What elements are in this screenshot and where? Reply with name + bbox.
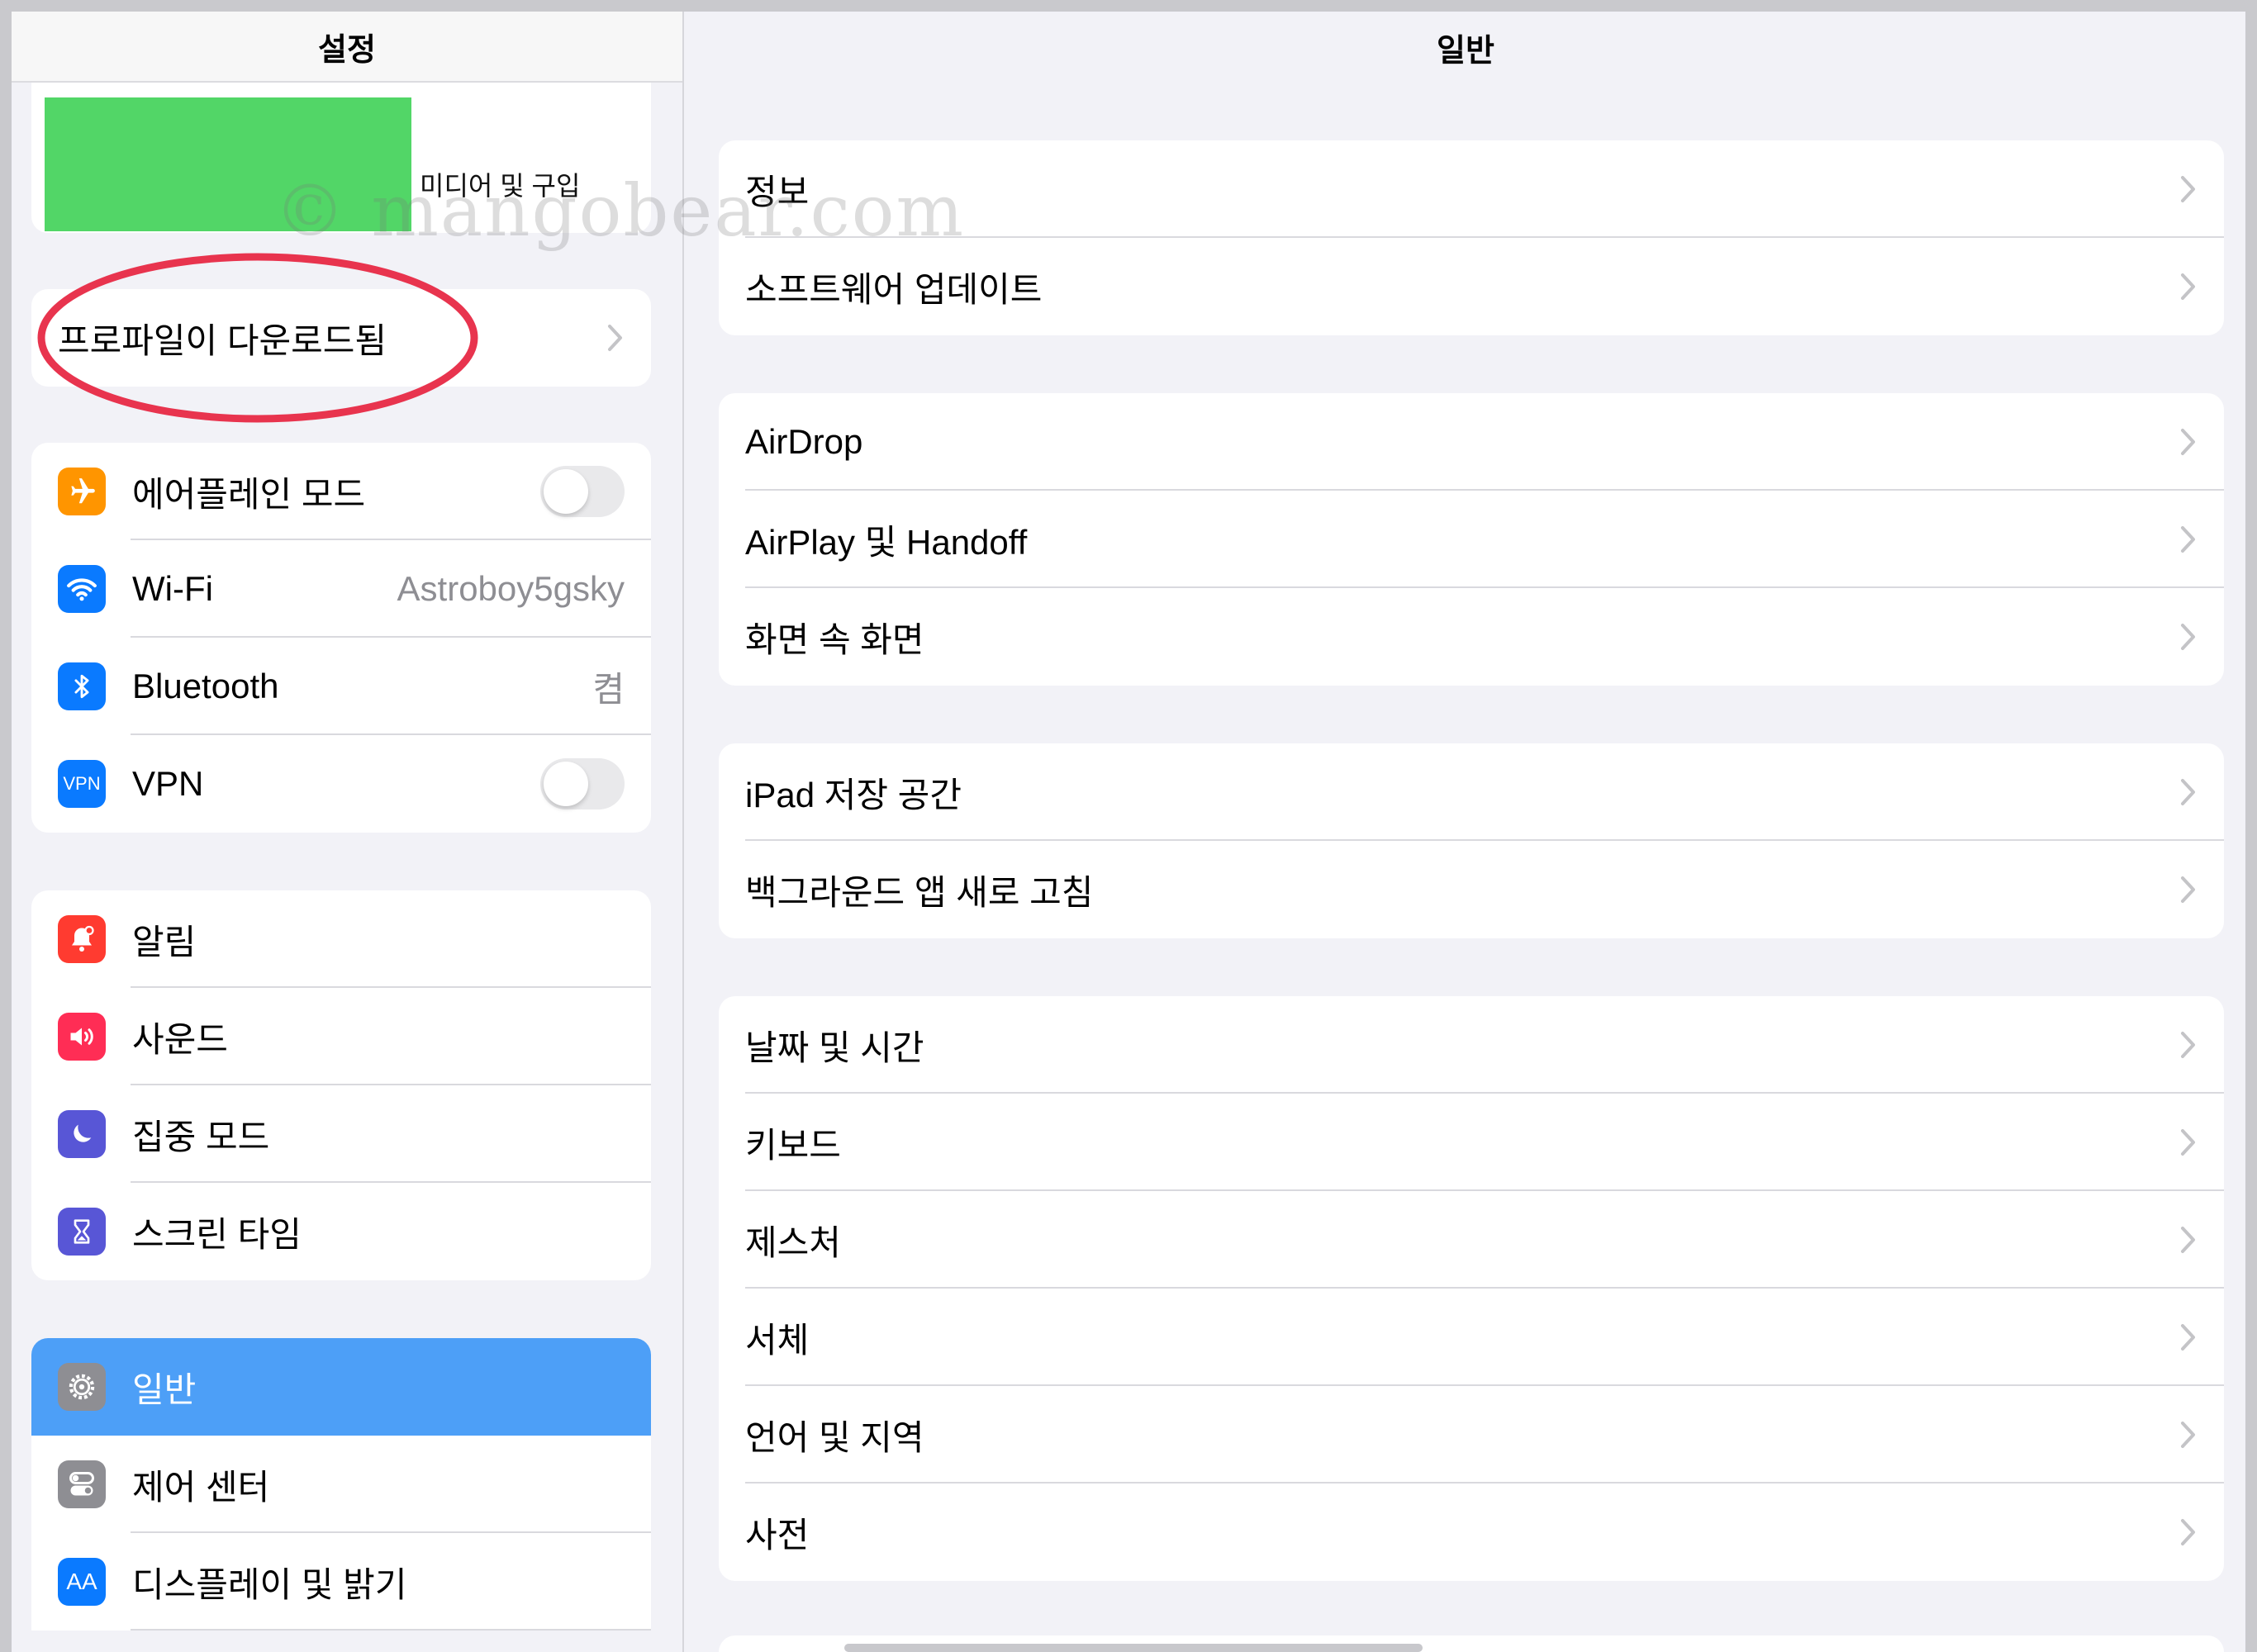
settings-row-label: 정보	[745, 172, 810, 211]
chevron-right-icon	[2179, 1420, 2198, 1450]
settings-row-label: 제스처	[745, 1222, 841, 1262]
sidebar-item-label: 제어 센터	[132, 1467, 270, 1507]
settings-row-label: 사전	[745, 1515, 810, 1555]
chevron-right-icon	[2179, 427, 2198, 457]
wifi-icon	[58, 565, 106, 613]
chevron-right-icon	[2179, 174, 2198, 204]
detail-title: 일반	[1437, 33, 1494, 69]
settings-row-label: 백그라운드 앱 새로 고침	[745, 872, 1094, 912]
settings-group-storage: iPad 저장 공간 백그라운드 앱 새로 고침	[719, 743, 2224, 938]
home-indicator[interactable]	[844, 1644, 1423, 1652]
settings-row-label: AirPlay 및 Handoff	[745, 522, 1028, 562]
chevron-right-icon	[2179, 272, 2198, 301]
settings-row-airplay-handoff[interactable]: AirPlay 및 Handoff	[719, 491, 2224, 588]
settings-row-label: 날짜 및 시간	[745, 1028, 924, 1067]
sidebar-nav-bar: 설정	[12, 12, 682, 83]
sidebar-item-notifications[interactable]: 알림	[31, 890, 651, 988]
apple-id-card[interactable]: 미디어 및 구입	[31, 83, 651, 233]
sidebar-item-label: 스크린 타임	[132, 1214, 302, 1254]
settings-row-label: 서체	[745, 1320, 810, 1360]
sidebar-item-label: 사운드	[132, 1019, 228, 1059]
sidebar-item-label: VPN	[132, 764, 204, 803]
chevron-right-icon	[2179, 622, 2198, 652]
ipad-screen: 설정 미디어 및 구입 프로파일이 다운로드됨 에어플레인 모드 Wi-Fi A…	[12, 12, 2245, 1652]
sidebar-item-sounds[interactable]: 사운드	[31, 988, 651, 1085]
settings-row-about[interactable]: 정보	[719, 140, 2224, 238]
profile-downloaded-group: 프로파일이 다운로드됨	[31, 289, 651, 387]
settings-row-software-update[interactable]: 소프트웨어 업데이트	[719, 238, 2224, 335]
settings-row-airdrop[interactable]: AirDrop	[719, 393, 2224, 491]
settings-group-about: 정보 소프트웨어 업데이트	[719, 140, 2224, 335]
airplane-mode-toggle[interactable]	[540, 466, 625, 517]
general-detail-pane: 일반 정보 소프트웨어 업데이트 AirDrop AirPlay 및 Hando…	[686, 12, 2245, 1652]
sidebar-item-focus[interactable]: 집중 모드	[31, 1085, 651, 1183]
profile-subtitle: 미디어 및 구입	[420, 171, 581, 201]
sidebar-item-label: Bluetooth	[132, 667, 279, 705]
chevron-right-icon	[2179, 1030, 2198, 1060]
settings-row-label: 화면 속 화면	[745, 620, 924, 659]
detail-nav-bar: 일반	[686, 12, 2245, 83]
sidebar-item-label: 디스플레이 및 밝기	[132, 1564, 407, 1604]
chevron-right-icon	[2179, 1517, 2198, 1547]
settings-row-label: iPad 저장 공간	[745, 775, 962, 814]
sidebar-item-label: Wi-Fi	[132, 569, 213, 608]
speaker-icon	[58, 1013, 106, 1061]
chevron-right-icon	[2179, 1127, 2198, 1157]
sidebar-item-control-center[interactable]: 제어 센터	[31, 1436, 651, 1533]
display-icon: AA	[58, 1558, 106, 1606]
wifi-network-name: Astroboy5gsky	[397, 569, 625, 608]
settings-row-keyboard[interactable]: 키보드	[719, 1094, 2224, 1191]
bell-icon	[58, 915, 106, 963]
settings-row-label: 언어 및 지역	[745, 1417, 924, 1457]
notifications-group: 알림 사운드 집중 모드 스크린 타임	[31, 890, 651, 1280]
general-group: 일반 제어 센터 AA 디스플레이 및 밝기	[31, 1338, 651, 1631]
settings-group-sharing: AirDrop AirPlay 및 Handoff 화면 속 화면	[719, 393, 2224, 686]
settings-row-label: AirDrop	[745, 422, 863, 461]
profile-downloaded-label: 프로파일이 다운로드됨	[58, 320, 387, 360]
gear-icon	[58, 1363, 106, 1411]
bluetooth-status: 켬	[592, 669, 625, 709]
sidebar-title: 설정	[318, 32, 376, 68]
vpn-toggle[interactable]	[540, 758, 625, 809]
settings-row-gestures[interactable]: 제스처	[719, 1191, 2224, 1289]
settings-row-ipad-storage[interactable]: iPad 저장 공간	[719, 743, 2224, 841]
chevron-right-icon	[2179, 525, 2198, 554]
sidebar-item-label: 알림	[132, 922, 197, 961]
chevron-right-icon	[2179, 875, 2198, 904]
sidebar-item-airplane-mode[interactable]: 에어플레인 모드	[31, 443, 651, 540]
settings-row-label: 소프트웨어 업데이트	[745, 269, 1043, 309]
sidebar-item-vpn[interactable]: VPN VPN	[31, 735, 651, 833]
sidebar-item-display-brightness[interactable]: AA 디스플레이 및 밝기	[31, 1533, 651, 1631]
sidebar-item-label: 일반	[132, 1370, 197, 1409]
settings-row-language-region[interactable]: 언어 및 지역	[719, 1386, 2224, 1483]
sidebar-item-label: 에어플레인 모드	[132, 474, 366, 514]
settings-group-locale: 날짜 및 시간 키보드 제스처 서체 언어 및 지역 사전	[719, 996, 2224, 1581]
chevron-right-icon	[2179, 1225, 2198, 1255]
settings-row-background-app-refresh[interactable]: 백그라운드 앱 새로 고침	[719, 841, 2224, 938]
chevron-right-icon	[606, 323, 625, 353]
settings-sidebar: 설정 미디어 및 구입 프로파일이 다운로드됨 에어플레인 모드 Wi-Fi A…	[12, 12, 684, 1652]
settings-row-dictionary[interactable]: 사전	[719, 1483, 2224, 1581]
settings-row-picture-in-picture[interactable]: 화면 속 화면	[719, 588, 2224, 686]
airplane-icon	[58, 468, 106, 515]
bluetooth-icon	[58, 662, 106, 710]
hourglass-icon	[58, 1208, 106, 1256]
switches-icon	[58, 1460, 106, 1508]
profile-downloaded-row[interactable]: 프로파일이 다운로드됨	[31, 289, 651, 387]
chevron-right-icon	[2179, 1322, 2198, 1352]
settings-row-date-time[interactable]: 날짜 및 시간	[719, 996, 2224, 1094]
settings-row-label: 키보드	[745, 1125, 841, 1165]
sidebar-item-wifi[interactable]: Wi-Fi Astroboy5gsky	[31, 540, 651, 638]
vpn-icon: VPN	[58, 760, 106, 808]
redacted-profile-block	[45, 97, 411, 231]
sidebar-item-label: 집중 모드	[132, 1117, 270, 1156]
sidebar-item-screen-time[interactable]: 스크린 타임	[31, 1183, 651, 1280]
settings-row-fonts[interactable]: 서체	[719, 1289, 2224, 1386]
sidebar-item-bluetooth[interactable]: Bluetooth 켬	[31, 638, 651, 735]
sidebar-item-general[interactable]: 일반	[31, 1338, 651, 1436]
moon-icon	[58, 1110, 106, 1158]
chevron-right-icon	[2179, 777, 2198, 807]
connectivity-group: 에어플레인 모드 Wi-Fi Astroboy5gsky Bluetooth 켬…	[31, 443, 651, 833]
